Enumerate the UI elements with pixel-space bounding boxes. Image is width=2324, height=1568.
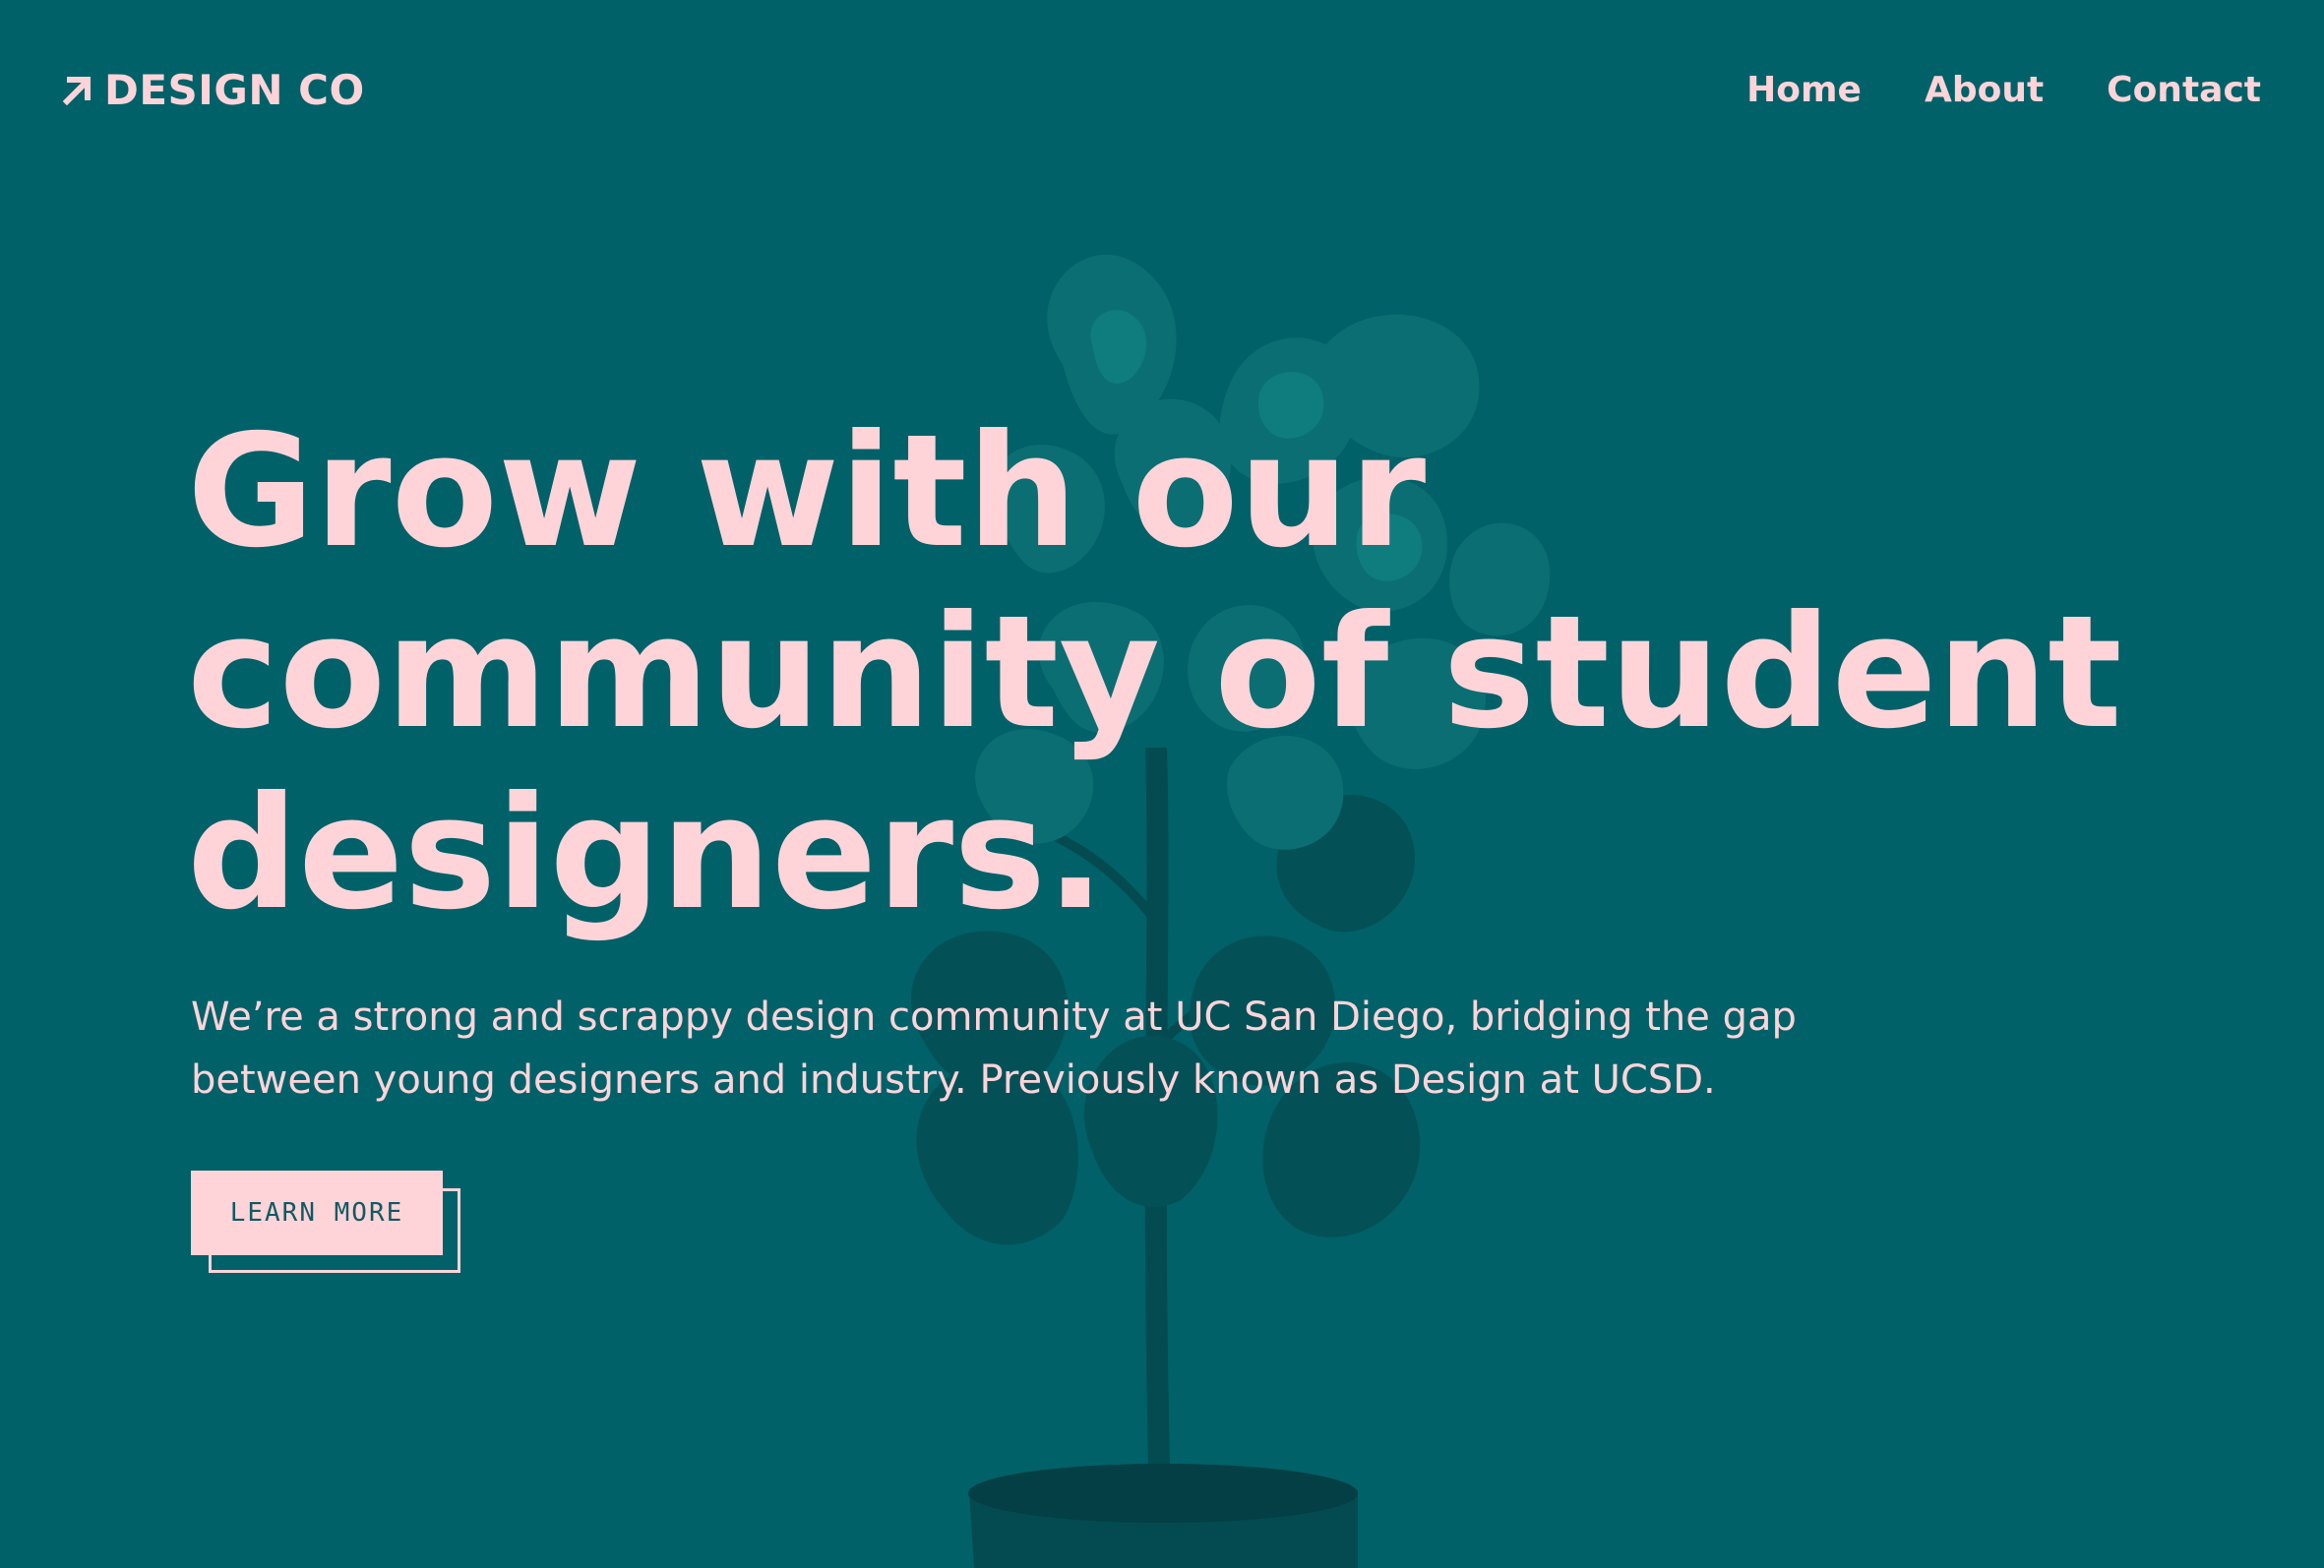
hero-subtitle: We’re a strong and scrappy design commun… bbox=[191, 986, 1864, 1112]
hero-title: Grow with our community of student desig… bbox=[187, 401, 2204, 944]
site-header: DESIGN CO Home About Contact bbox=[0, 0, 2324, 181]
hero-title-line: community of student bbox=[187, 582, 2122, 763]
landing-page: DESIGN CO Home About Contact Grow with o… bbox=[0, 0, 2324, 1568]
logo-link[interactable]: DESIGN CO bbox=[61, 65, 365, 116]
main-nav: Home About Contact bbox=[1746, 65, 2261, 116]
hero-title-line: designers. bbox=[187, 763, 1106, 944]
hero-subtitle-line: between young designers and industry. Pr… bbox=[191, 1057, 1716, 1103]
learn-more-button[interactable]: LEARN MORE bbox=[191, 1171, 443, 1255]
arrow-up-right-icon bbox=[62, 77, 91, 106]
nav-contact-link[interactable]: Contact bbox=[2107, 73, 2261, 108]
logo-text: DESIGN CO bbox=[104, 66, 365, 114]
nav-about-link[interactable]: About bbox=[1925, 73, 2044, 108]
learn-more-button-group: LEARN MORE bbox=[191, 1171, 460, 1273]
hero-subtitle-line: We’re a strong and scrappy design commun… bbox=[191, 995, 1797, 1040]
hero-title-line: Grow with our bbox=[187, 401, 1427, 582]
nav-home-link[interactable]: Home bbox=[1746, 73, 1862, 108]
